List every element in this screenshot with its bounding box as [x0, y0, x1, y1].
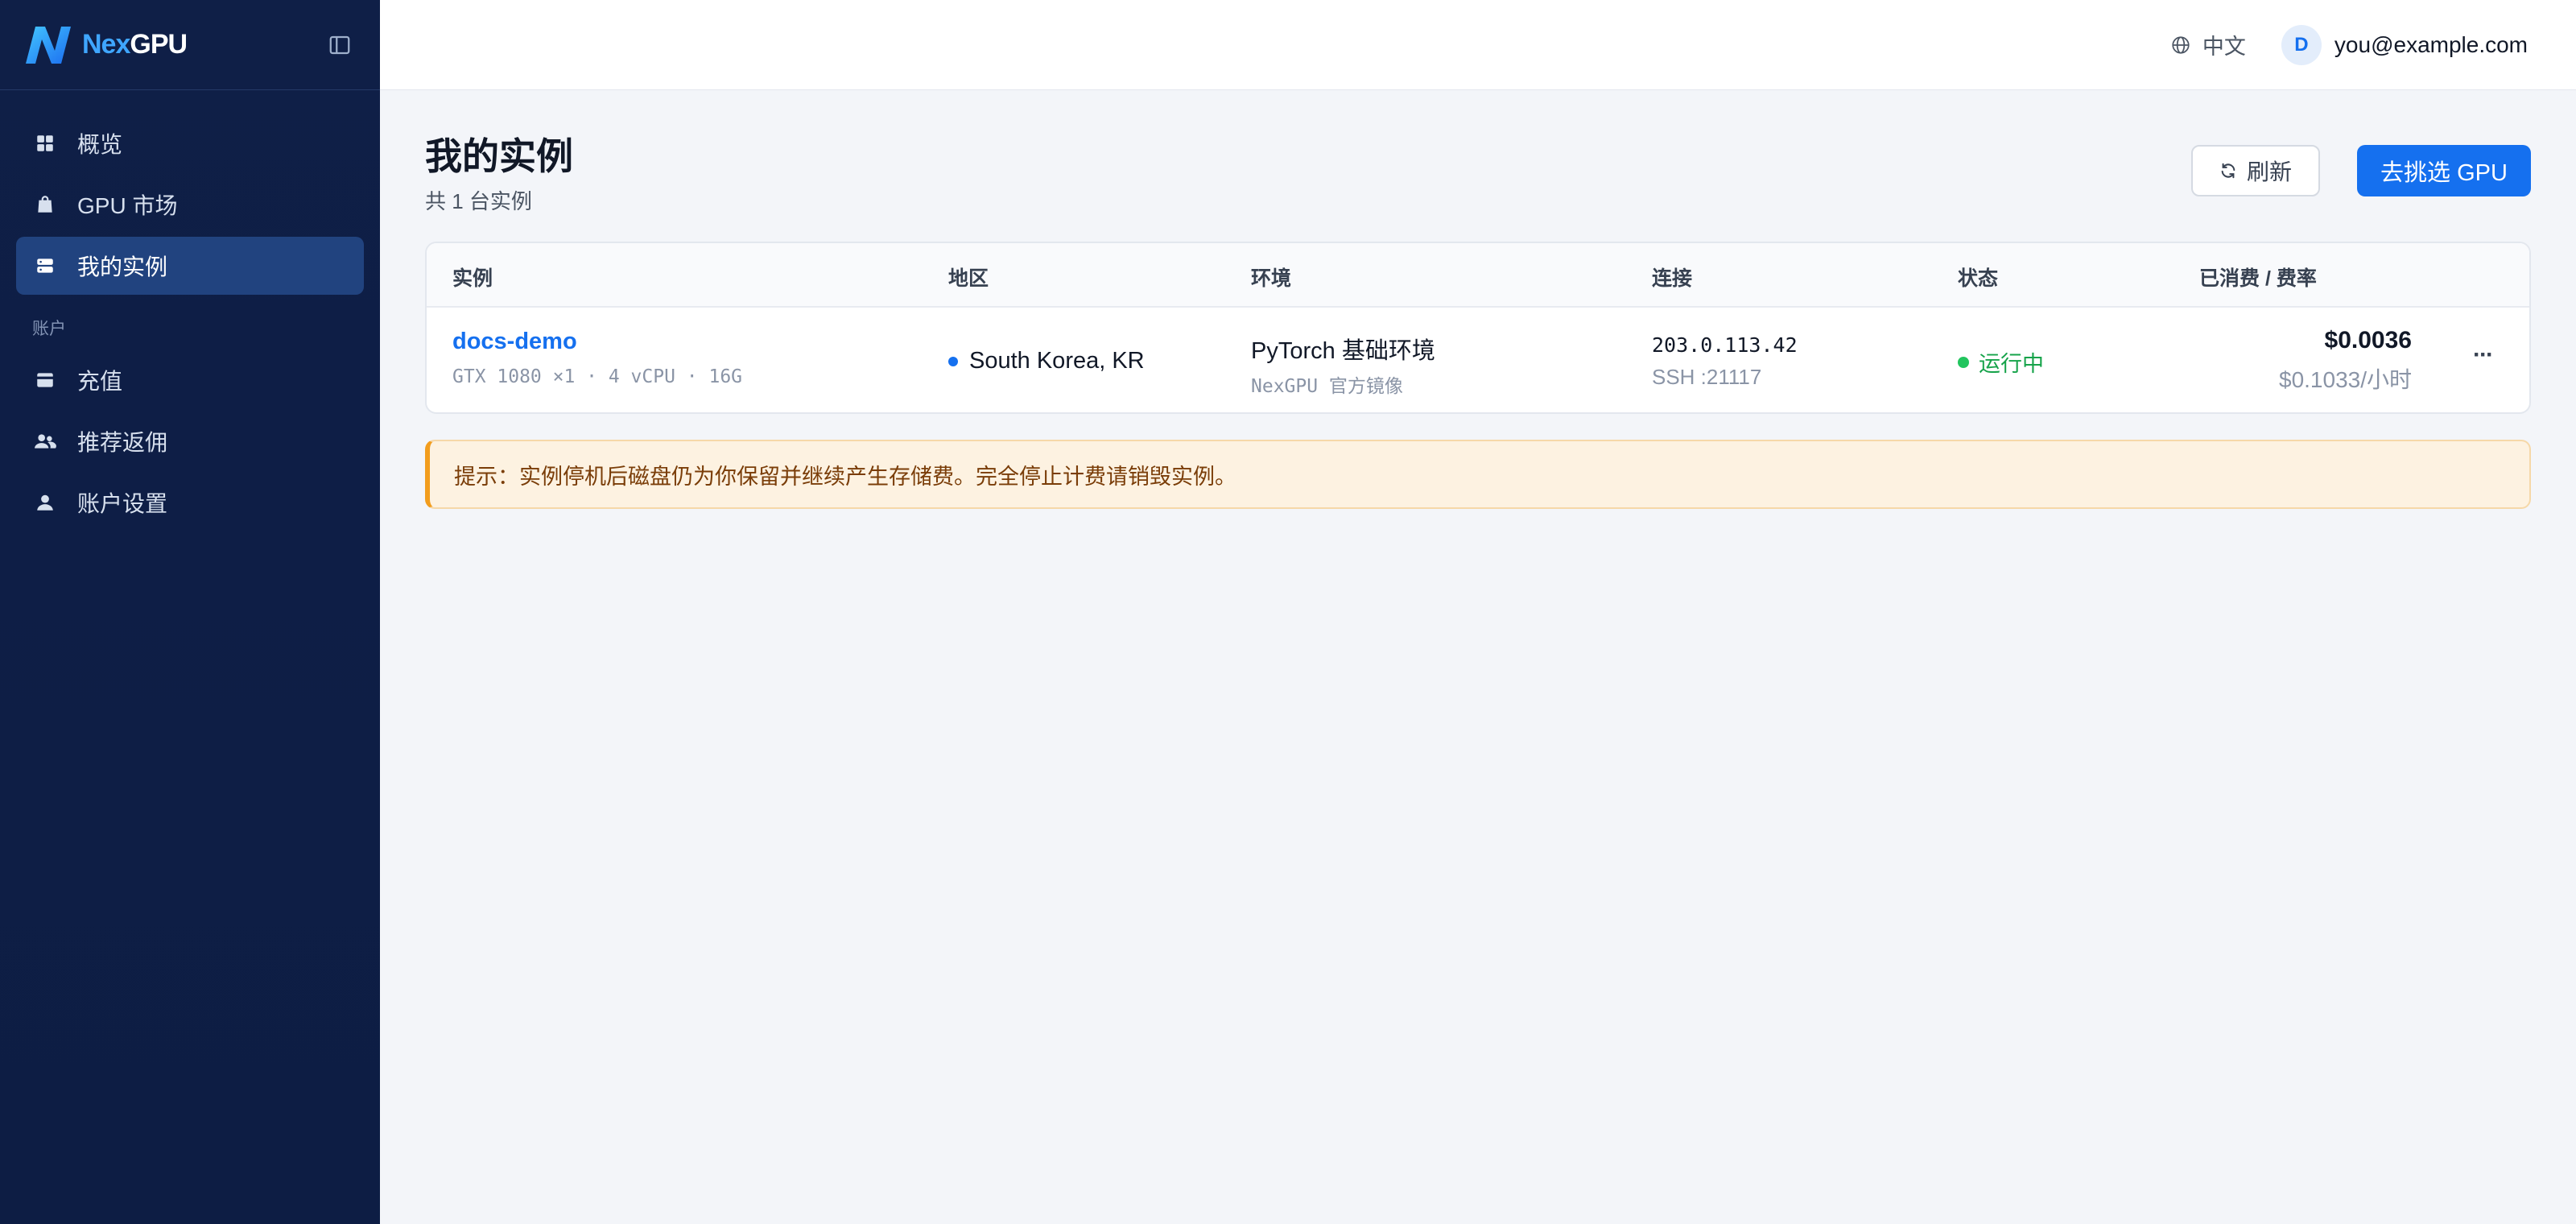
region-name: South Korea, KR	[969, 348, 1145, 374]
refresh-button[interactable]: 刷新	[2191, 145, 2320, 196]
topbar: 中文 D you@example.com	[380, 0, 2576, 90]
language-switcher[interactable]: 中文	[2170, 29, 2246, 60]
page-title: 我的实例	[425, 135, 573, 177]
sidebar-nav: 概览 GPU 市场 我的实例 账户 充值 推荐返佣 账户设置	[0, 90, 380, 531]
shopping-bag-icon	[34, 193, 56, 216]
table-row[interactable]: docs-demo GTX 1080 ×1 · 4 vCPU · 16G Sou…	[427, 308, 2529, 412]
instance-name-link[interactable]: docs-demo	[452, 329, 742, 355]
column-header-region: 地区	[948, 267, 989, 290]
language-label: 中文	[2202, 35, 2246, 59]
instance-ip[interactable]: 203.0.113.42	[1652, 333, 1798, 357]
sidebar-toggle-button[interactable]	[322, 27, 357, 63]
column-header-cost-rate: 已消费 / 费率	[2199, 267, 2317, 290]
instance-spec: GTX 1080 ×1 · 4 vCPU · 16G	[452, 366, 743, 387]
sidebar-section-account: 账户	[32, 320, 66, 338]
sidebar-item-label: 推荐返佣	[77, 430, 168, 455]
globe-icon	[2172, 35, 2190, 54]
region-dot	[948, 356, 958, 366]
browse-gpu-button[interactable]: 去挑选 GPU	[2357, 145, 2531, 196]
ssh-port[interactable]: SSH :21117	[1652, 365, 1798, 390]
cost-cell: $0.0036 $0.1033/小时	[2279, 327, 2412, 395]
status-badge: 运行中	[1958, 346, 2044, 378]
sidebar-item-recharge[interactable]: 充值	[16, 351, 364, 409]
brand-name-prefix: Nex	[82, 29, 130, 60]
column-header-status: 状态	[1958, 267, 1999, 290]
sidebar-item-overview[interactable]: 概览	[16, 114, 364, 172]
environment-cell: PyTorch 基础环境 NexGPU 官方镜像	[1251, 332, 1435, 398]
instances-table: 实例 地区 环境 连接 状态 已消费 / 费率 docs-demo GTX 10…	[425, 242, 2531, 414]
sidebar-item-label: 充值	[77, 369, 123, 394]
sidebar-item-label: 概览	[77, 132, 123, 157]
notice-banner: 提示：实例停机后磁盘仍为你保留并继续产生存储费。完全停止计费请销毁实例。	[425, 440, 2531, 509]
notice-text: 提示：实例停机后磁盘仍为你保留并继续产生存储费。完全停止计费请销毁实例。	[454, 464, 1236, 489]
connection-cell: 203.0.113.42 SSH :21117	[1652, 333, 1798, 390]
avatar: D	[2281, 24, 2322, 65]
column-header-environment: 环境	[1251, 267, 1292, 290]
logo-mark-icon	[26, 26, 71, 64]
column-header-instance: 实例	[452, 267, 493, 290]
sidebar: NexGPU 概览 GPU 市场 我的实例 账户 充值 推荐返佣 账户设置	[0, 0, 380, 1224]
grid-icon	[34, 132, 56, 155]
environment-source: NexGPU 官方镜像	[1251, 376, 1403, 397]
refresh-icon	[2221, 163, 2235, 179]
sidebar-item-label: 账户设置	[77, 491, 168, 516]
sidebar-item-my-instances[interactable]: 我的实例	[16, 237, 364, 295]
column-header-connection: 连接	[1652, 267, 1693, 290]
brand-name: NexGPU	[82, 29, 188, 60]
instance-count: 共 1 台实例	[425, 189, 532, 213]
status-label: 运行中	[1979, 352, 2044, 376]
sidebar-item-account-settings[interactable]: 账户设置	[16, 473, 364, 531]
sidebar-item-gpu-market[interactable]: GPU 市场	[16, 176, 364, 234]
refresh-label: 刷新	[2246, 159, 2292, 184]
brand-logo[interactable]: NexGPU	[23, 23, 188, 67]
sidebar-item-referral[interactable]: 推荐返佣	[16, 412, 364, 470]
more-actions-button[interactable]: ···	[2473, 341, 2494, 369]
table-header: 实例 地区 环境 连接 状态 已消费 / 费率	[427, 243, 2529, 308]
user-icon	[34, 491, 56, 514]
user-email: you@example.com	[2334, 31, 2528, 57]
users-icon	[34, 430, 56, 453]
main-content: 我的实例 共 1 台实例 刷新 去挑选 GPU 实例 地区 环境 连接 状态 已…	[425, 90, 2531, 509]
sidebar-toggle-icon	[329, 35, 350, 54]
sidebar-item-label: 我的实例	[77, 254, 168, 279]
hourly-rate: $0.1033/小时	[2279, 367, 2412, 392]
spent-amount: $0.0036	[2324, 327, 2412, 354]
region-cell: South Korea, KR	[948, 348, 1145, 374]
status-dot	[1958, 356, 1969, 368]
sidebar-item-label: GPU 市场	[77, 193, 178, 218]
server-icon	[34, 254, 56, 277]
page-header: 我的实例 共 1 台实例 刷新 去挑选 GPU	[425, 90, 2531, 242]
credit-card-icon	[34, 369, 56, 391]
instance-cell: docs-demo GTX 1080 ×1 · 4 vCPU · 16G	[452, 329, 742, 387]
brand-name-suffix: GPU	[130, 29, 188, 60]
user-menu[interactable]: D you@example.com	[2281, 24, 2528, 65]
sidebar-header: NexGPU	[0, 0, 380, 90]
environment-name: PyTorch 基础环境	[1251, 338, 1435, 364]
